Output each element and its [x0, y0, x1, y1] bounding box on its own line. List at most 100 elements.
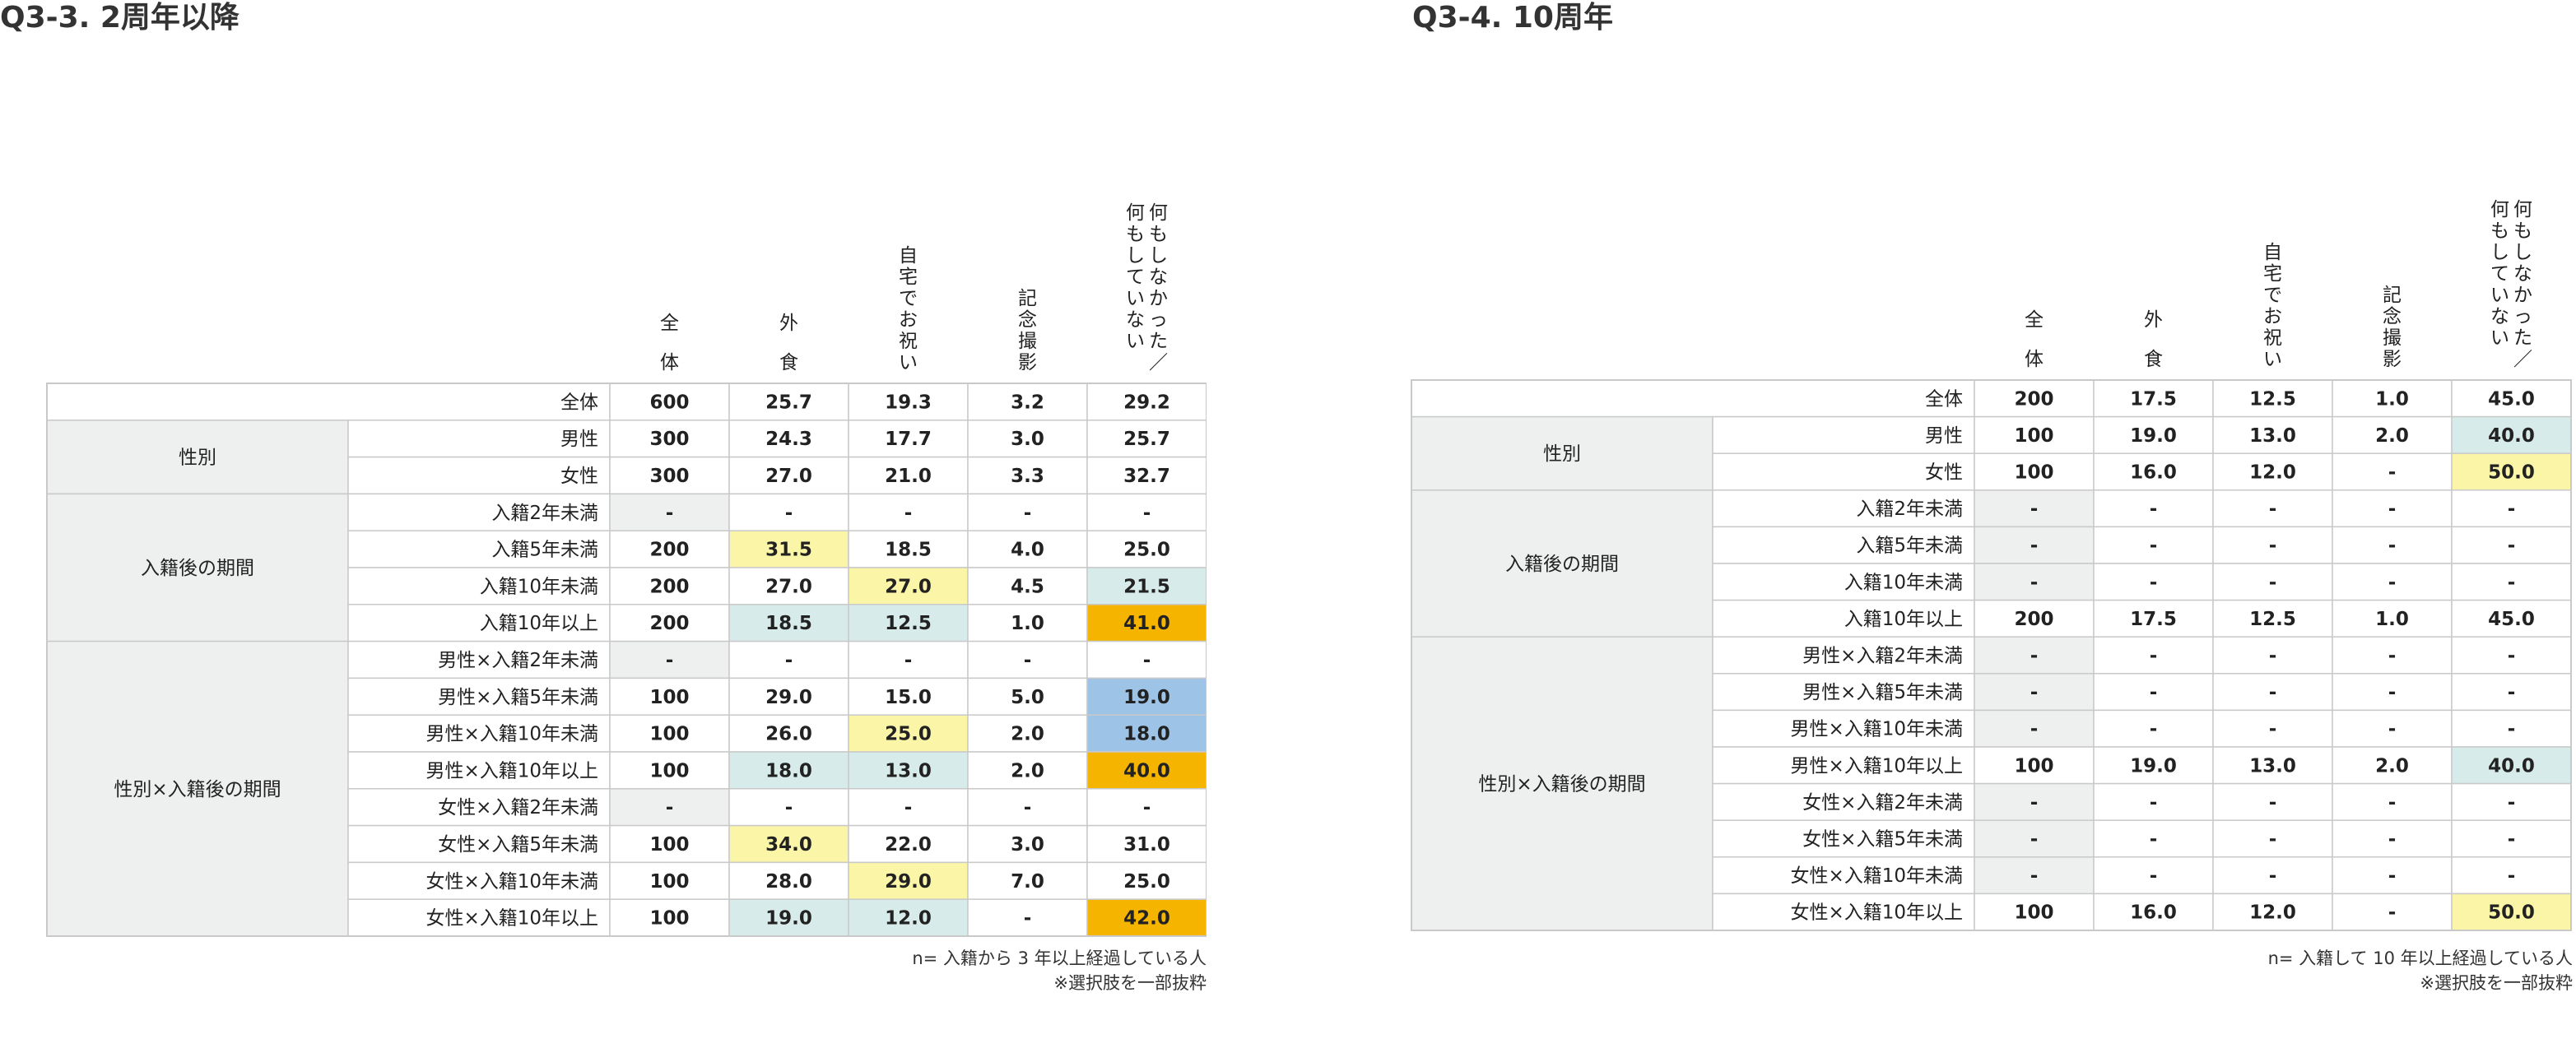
q3-4-column-header-char: も	[2513, 220, 2532, 242]
q3-3-value-label: 27.0	[765, 466, 812, 487]
q3-4-column-header-char: 宅	[2263, 263, 2282, 285]
q3-3-value-label: 3.0	[1011, 834, 1044, 856]
q3-4-value-label: -	[2508, 792, 2516, 814]
q3-3-value-label: -	[785, 797, 793, 819]
q3-3-value-label: -	[1143, 797, 1151, 819]
q3-3-value-label: -	[1024, 797, 1032, 819]
q3-3-value-label: 21.5	[1123, 576, 1170, 597]
q3-3-row-label: 全体	[560, 392, 598, 413]
q3-4-column-header-char: 体	[2025, 349, 2044, 370]
q3-4-value-label: 19.0	[2130, 425, 2177, 447]
q3-3-value-label: 34.0	[765, 834, 812, 856]
q3-4-value-label: -	[2030, 865, 2039, 887]
q3-4-column-header-char: い	[2490, 285, 2509, 306]
q3-3-notes: n= 入籍から 3 年以上経過している人 ※選択肢を一部抜粋	[912, 946, 1207, 995]
q3-4-value-label: -	[2150, 536, 2158, 557]
q3-3-value-label: 100	[649, 871, 689, 893]
q3-3-column-header-char: 撮	[1018, 331, 1037, 352]
q3-3-column-header-char: 何	[1149, 202, 1168, 224]
q3-3-group-label: 入籍後の期間	[141, 558, 254, 579]
q3-3-row-label: 男性	[560, 429, 598, 450]
q3-3-value-label: 1.0	[1011, 613, 1044, 634]
q3-4-value-label: 16.0	[2130, 462, 2177, 484]
q3-3-value-label: 26.0	[765, 724, 812, 745]
q3-3-value-label: 19.0	[765, 908, 812, 930]
q3-4-value-label: 100	[2014, 462, 2053, 484]
q3-3-column-header: 外食	[779, 313, 798, 373]
q3-3-value-label: 12.5	[885, 613, 932, 634]
q3-4-value-label: 100	[2014, 902, 2053, 924]
q3-4-value-label: 2.0	[2375, 755, 2409, 777]
q3-3-value-label: 3.0	[1011, 429, 1044, 450]
q3-4-note-excerpt: ※選択肢を一部抜粋	[2420, 973, 2573, 993]
q3-4-value-label: 40.0	[2488, 755, 2535, 777]
q3-4-column-header: 記念撮影	[2383, 285, 2402, 370]
q3-4-value-label: -	[2030, 536, 2039, 557]
q3-4-column-header-char: 自	[2263, 242, 2282, 263]
q3-4-value-label: 100	[2014, 425, 2053, 447]
q3-4-value-label: -	[2030, 829, 2039, 851]
q3-4-value-label: -	[2388, 792, 2397, 814]
q3-3-column-header: 何もしなかった／何もしていない	[1126, 202, 1168, 373]
q3-4-value-label: -	[2269, 829, 2277, 851]
panel-title-q3-4: Q3-4. 10周年	[1412, 1, 1613, 35]
q3-4-row-label: 入籍5年未満	[1856, 536, 1963, 557]
q3-4-column-header-char: 外	[2144, 309, 2163, 331]
q3-4-value-label: -	[2388, 865, 2397, 887]
q3-4-value-label: 200	[2014, 388, 2053, 410]
q3-4-column-header-char: し	[2490, 242, 2509, 263]
q3-3-value-label: 7.0	[1011, 871, 1044, 893]
q3-4-value-label: -	[2388, 646, 2397, 667]
q3-4-column-header-char: お	[2263, 306, 2282, 327]
q3-4-row-label: 男性×入籍2年未満	[1802, 646, 1963, 667]
q3-3-value-label: -	[785, 650, 793, 671]
q3-4-column-header-char: い	[2263, 349, 2282, 370]
q3-3-value-label: 29.0	[885, 871, 932, 893]
q3-4-column-header-char: な	[2513, 263, 2532, 285]
q3-4-value-label: -	[2388, 719, 2397, 740]
q3-4-value-label: -	[2508, 646, 2516, 667]
q3-4-table: 全体外食自宅でお祝い記念撮影何もしなかった／何もしていない全体 200 17.5 12…	[1411, 189, 2573, 934]
q3-4-row-label: 男性	[1925, 425, 1963, 447]
q3-4-value-label: -	[2388, 902, 2397, 924]
q3-4-value-label: -	[2030, 719, 2039, 740]
q3-4-value-label: -	[2030, 499, 2039, 520]
q3-4-row-label: 入籍2年未満	[1856, 499, 1963, 520]
q3-4-value-label: -	[2150, 682, 2158, 703]
q3-4-value-label: 12.5	[2249, 388, 2296, 410]
q3-3-column-header-char: た	[1149, 331, 1168, 352]
q3-3-value-label: 3.2	[1011, 392, 1044, 413]
q3-3-value-label: -	[785, 503, 793, 524]
q3-4-value-label: 1.0	[2375, 609, 2409, 630]
q3-4-column-header-char: 全	[2025, 309, 2044, 331]
q3-4-value-label: -	[2269, 865, 2277, 887]
q3-4-column-header-char: ／	[2513, 349, 2532, 370]
q3-4-value-label: 40.0	[2488, 425, 2535, 447]
q3-4-column-header-char: も	[2490, 220, 2509, 242]
q3-3-group-label: 性別	[179, 448, 216, 469]
q3-4-value-label: -	[2508, 829, 2516, 851]
q3-3-value-label: 25.7	[1123, 429, 1170, 450]
q3-3-column-header-char: 全	[660, 313, 679, 334]
q3-3-value-label: -	[904, 650, 913, 671]
q3-3-value-label: 13.0	[885, 760, 932, 781]
q3-4-value-label: 50.0	[2488, 462, 2535, 484]
q3-3-column-header-char: 食	[779, 352, 798, 373]
q3-4-column-header-char: 念	[2383, 306, 2402, 327]
q3-4-value-label: 17.5	[2130, 388, 2177, 410]
q3-3-value-label: 4.5	[1011, 576, 1044, 597]
q3-4-column-header-char: 食	[2144, 349, 2163, 370]
q3-4-column-header-char: 何	[2513, 199, 2532, 220]
q3-4-column-header-char: で	[2263, 285, 2282, 306]
q3-3-note-base: n= 入籍から 3 年以上経過している人	[912, 948, 1207, 968]
q3-3-value-label: 2.0	[1011, 724, 1044, 745]
q3-3-row-label: 女性	[560, 466, 598, 487]
q3-4-value-label: 2.0	[2375, 425, 2409, 447]
q3-4-row-label: 女性×入籍2年未満	[1802, 792, 1963, 814]
q3-4-value-label: -	[2150, 829, 2158, 851]
q3-3-column-header-char: い	[899, 352, 918, 373]
q3-3-value-label: 19.3	[885, 392, 932, 413]
q3-3-value-label: -	[666, 797, 674, 819]
q3-3-column-header: 記念撮影	[1018, 288, 1037, 373]
q3-4-group-label: 性別	[1543, 443, 1581, 465]
